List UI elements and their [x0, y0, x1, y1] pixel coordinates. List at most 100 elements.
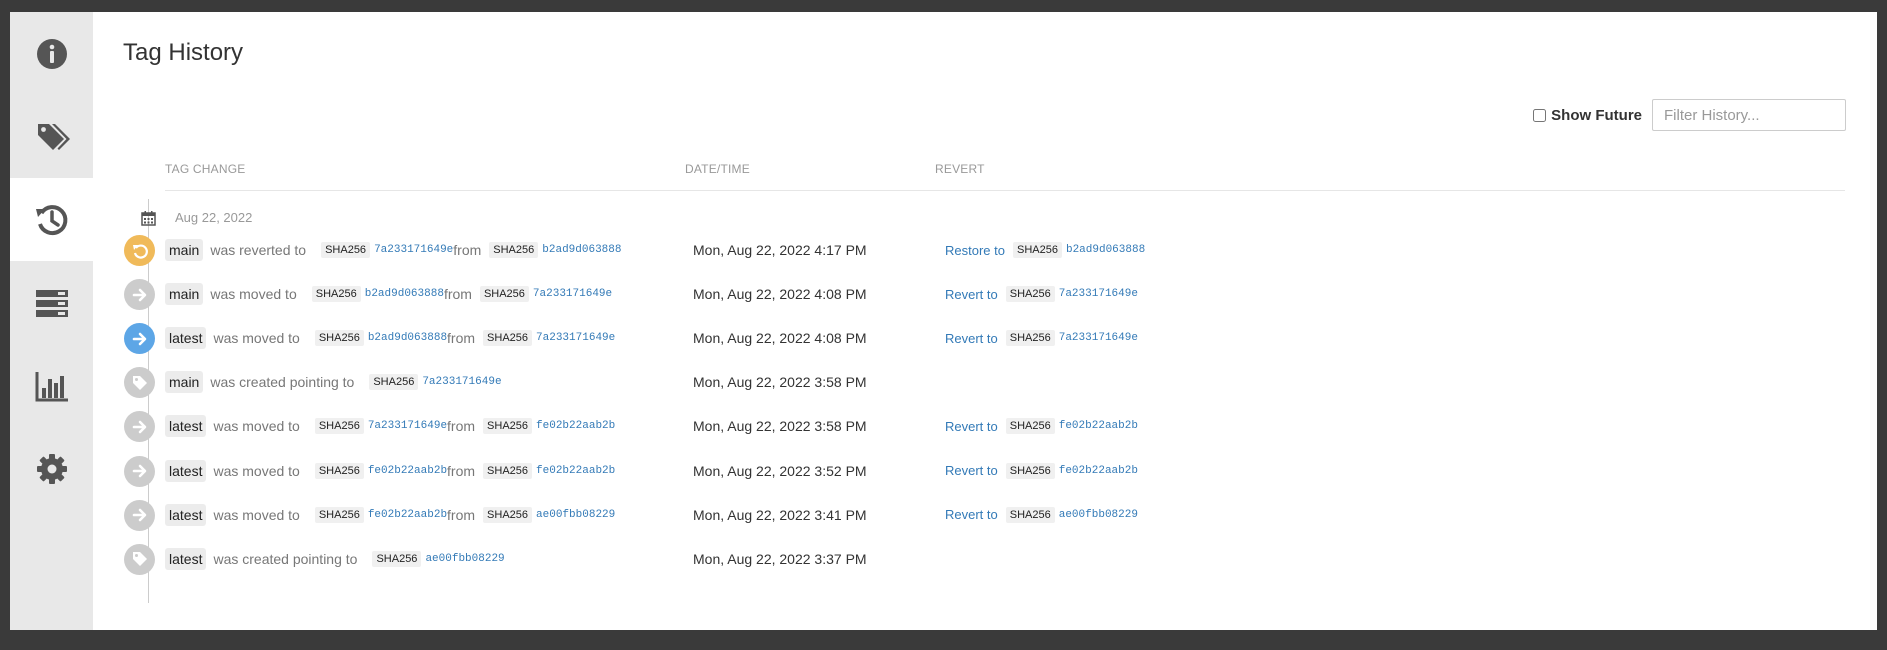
- manifest-digest-link[interactable]: 7a233171649e: [422, 376, 501, 388]
- hash-algorithm: SHA256: [1005, 462, 1055, 479]
- history-icon: [35, 204, 67, 235]
- from-manifest: SHA256 fe02b22aab2b: [475, 418, 615, 435]
- history-row: latest was moved to SHA256 fe02b22aab2b …: [122, 452, 1822, 492]
- history-row: latest was created pointing to SHA256 ae…: [122, 540, 1822, 580]
- tag-name[interactable]: latest: [165, 459, 207, 482]
- filter-bar: Show Future: [1533, 99, 1846, 131]
- change-datetime: Mon, Aug 22, 2022 3:58 PM: [693, 418, 867, 435]
- manifest-digest-link[interactable]: ae00fbb08229: [1059, 509, 1138, 521]
- manifest-digest-link[interactable]: ae00fbb08229: [536, 509, 615, 521]
- change-datetime: Mon, Aug 22, 2022 4:08 PM: [693, 330, 867, 347]
- tag-name[interactable]: main: [165, 239, 204, 261]
- change-datetime: Mon, Aug 22, 2022 4:08 PM: [693, 286, 867, 303]
- manifest-digest-link[interactable]: b2ad9d063888: [365, 288, 444, 300]
- arrow-right-event-badge: [124, 279, 155, 311]
- date-group-header: Aug 22, 2022: [175, 210, 253, 225]
- show-future-label: Show Future: [1551, 106, 1642, 124]
- manifest-digest-link[interactable]: 7a233171649e: [533, 288, 612, 300]
- manifest-digest-link[interactable]: 7a233171649e: [536, 332, 615, 344]
- hash-algorithm: SHA256: [314, 462, 364, 479]
- tag-event-badge: [124, 367, 155, 399]
- to-manifest: SHA256 ae00fbb08229: [364, 550, 505, 567]
- sidebar-item-layers[interactable]: [10, 261, 93, 344]
- gear-icon: [36, 453, 67, 484]
- manifest-digest-link[interactable]: b2ad9d063888: [542, 244, 621, 256]
- column-date-time[interactable]: DATE/TIME: [685, 162, 750, 176]
- tag-name[interactable]: latest: [165, 415, 207, 438]
- change-verb: was moved to: [213, 462, 300, 479]
- arrow-right-icon: [132, 508, 146, 522]
- tag-change: main was moved to SHA256 b2ad9d063888 fr…: [165, 283, 612, 306]
- revert-link[interactable]: Restore to: [945, 243, 1005, 258]
- sidebar-item-usage[interactable]: [10, 344, 93, 427]
- manifest-digest-link[interactable]: ae00fbb08229: [425, 553, 504, 565]
- tag-name[interactable]: latest: [165, 327, 207, 350]
- hash-algorithm: SHA256: [483, 506, 533, 523]
- hash-algorithm: SHA256: [1005, 330, 1055, 347]
- hash-algorithm: SHA256: [483, 330, 533, 347]
- manifest-digest-link[interactable]: 7a233171649e: [1059, 332, 1138, 344]
- column-revert[interactable]: REVERT: [935, 162, 985, 176]
- revert-action: Revert to SHA256 7a233171649e: [945, 330, 1138, 347]
- manifest-digest-link[interactable]: fe02b22aab2b: [368, 509, 447, 521]
- history-row: latest was moved to SHA256 7a233171649e …: [122, 407, 1822, 447]
- manifest-digest-link[interactable]: fe02b22aab2b: [536, 465, 615, 477]
- sidebar-item-tags[interactable]: [10, 95, 93, 178]
- manifest-digest-link[interactable]: fe02b22aab2b: [536, 420, 615, 432]
- tag-name[interactable]: main: [165, 371, 204, 394]
- hash-algorithm: SHA256: [1005, 286, 1055, 303]
- revert-link[interactable]: Revert to: [945, 287, 998, 302]
- manifest-digest-link[interactable]: fe02b22aab2b: [368, 465, 447, 477]
- hash-algorithm: SHA256: [321, 242, 371, 258]
- revert-action: Revert to SHA256 ae00fbb08229: [945, 506, 1138, 523]
- history-row: main was reverted to SHA256 7a233171649e…: [122, 231, 1822, 271]
- manifest-digest-link[interactable]: 7a233171649e: [374, 244, 453, 256]
- change-verb: was moved to: [210, 286, 297, 303]
- tag-change: main was reverted to SHA256 7a233171649e…: [165, 239, 621, 261]
- layers-icon: [35, 289, 68, 317]
- manifest-digest-link[interactable]: fe02b22aab2b: [1059, 420, 1138, 432]
- manifest-digest-link[interactable]: 7a233171649e: [368, 420, 447, 432]
- show-future-checkbox[interactable]: [1533, 108, 1547, 122]
- sidebar-item-info[interactable]: [10, 12, 93, 95]
- revert-action: Restore to SHA256 b2ad9d063888: [945, 242, 1145, 258]
- from-word: from: [447, 506, 476, 523]
- revert-link[interactable]: Revert to: [945, 507, 998, 522]
- main-window: Tag History Show Future TAG CHANGE DATE/…: [10, 12, 1877, 630]
- tag-name[interactable]: main: [165, 283, 204, 306]
- to-manifest: SHA256 7a233171649e: [313, 242, 453, 258]
- manifest-digest-link[interactable]: b2ad9d063888: [368, 332, 447, 344]
- revert-manifest: SHA256 fe02b22aab2b: [998, 418, 1138, 435]
- revert-manifest: SHA256 b2ad9d063888: [1005, 242, 1145, 258]
- change-datetime: Mon, Aug 22, 2022 4:17 PM: [693, 242, 867, 258]
- manifest-digest-link[interactable]: fe02b22aab2b: [1059, 465, 1138, 477]
- column-tag-change[interactable]: TAG CHANGE: [165, 162, 245, 176]
- revert-icon: [132, 243, 148, 259]
- manifest-digest-link[interactable]: b2ad9d063888: [1066, 244, 1145, 256]
- tag-change: latest was moved to SHA256 fe02b22aab2b …: [165, 503, 615, 526]
- hash-algorithm: SHA256: [314, 418, 364, 435]
- sidebar-item-settings[interactable]: [10, 427, 93, 510]
- show-future-toggle[interactable]: Show Future: [1533, 107, 1642, 124]
- tag-change: latest was moved to SHA256 7a233171649e …: [165, 415, 615, 438]
- from-manifest: SHA256 b2ad9d063888: [481, 242, 621, 258]
- revert-manifest: SHA256 ae00fbb08229: [998, 506, 1138, 523]
- revert-link[interactable]: Revert to: [945, 463, 998, 478]
- revert-link[interactable]: Revert to: [945, 419, 998, 434]
- arrow-right-icon: [132, 332, 146, 345]
- tag-name[interactable]: latest: [165, 547, 207, 570]
- hash-algorithm: SHA256: [369, 374, 419, 391]
- tag-name[interactable]: latest: [165, 503, 207, 526]
- info-circle-icon: [36, 38, 67, 69]
- from-manifest: SHA256 fe02b22aab2b: [475, 462, 615, 479]
- tag-change: latest was moved to SHA256 fe02b22aab2b …: [165, 459, 615, 482]
- from-word: from: [443, 286, 472, 303]
- change-verb: was created pointing to: [210, 374, 355, 391]
- tag-change: latest was moved to SHA256 b2ad9d063888 …: [165, 327, 615, 350]
- manifest-digest-link[interactable]: 7a233171649e: [1059, 288, 1138, 300]
- sidebar-item-history[interactable]: [10, 178, 93, 261]
- revert-link[interactable]: Revert to: [945, 331, 998, 346]
- filter-history-input[interactable]: [1652, 99, 1846, 131]
- to-manifest: SHA256 7a233171649e: [307, 418, 447, 435]
- tag-change: main was created pointing to SHA256 7a23…: [165, 371, 502, 394]
